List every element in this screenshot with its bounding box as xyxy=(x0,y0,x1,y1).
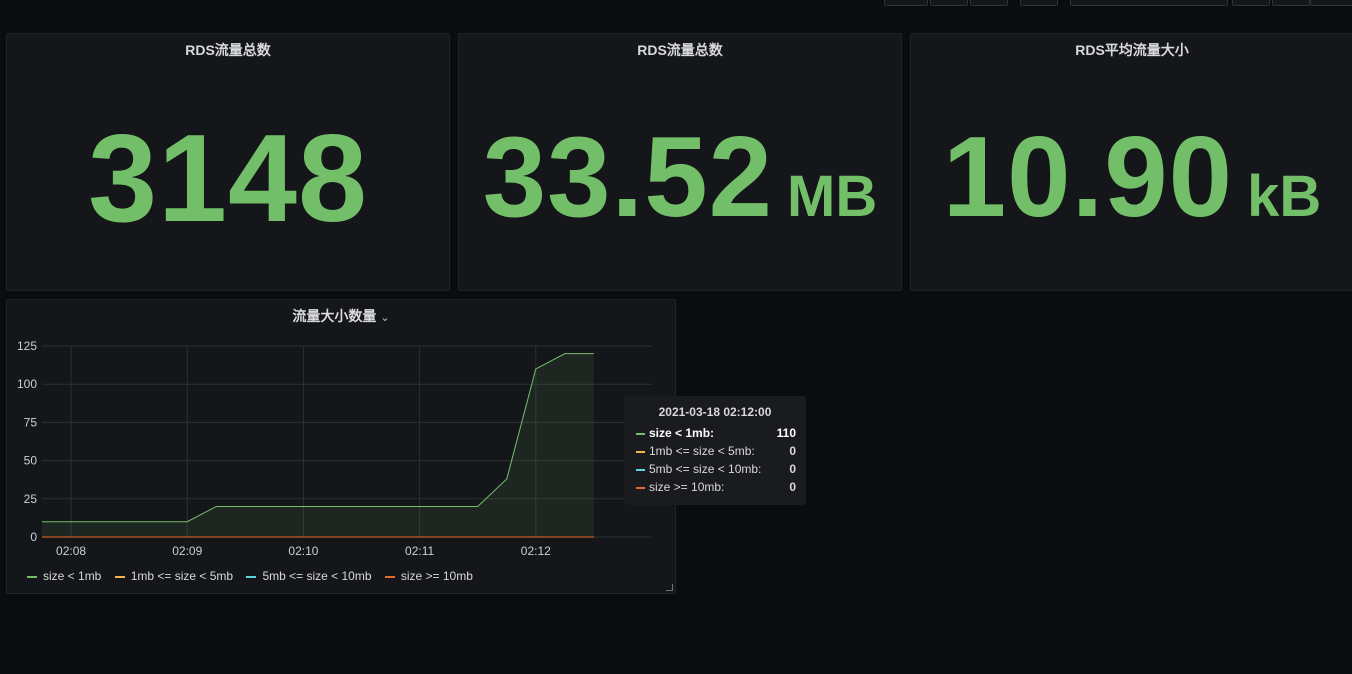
tooltip-swatch xyxy=(636,469,645,471)
tooltip-row: 5mb <= size < 10mb: 0 xyxy=(636,462,796,478)
toolbar-button-1[interactable] xyxy=(884,0,928,6)
toolbar-button-3[interactable] xyxy=(970,0,1008,6)
tooltip-value: 110 xyxy=(776,426,796,440)
stat-value: 3148 xyxy=(7,108,449,250)
legend-item[interactable]: size >= 10mb xyxy=(384,569,473,583)
tooltip-row: size >= 10mb: 0 xyxy=(636,480,796,496)
resize-handle-icon[interactable] xyxy=(666,584,673,591)
tooltip-swatch xyxy=(636,487,645,489)
tooltip-time: 2021-03-18 02:12:00 xyxy=(658,405,772,419)
y-tick-label: 0 xyxy=(30,530,37,544)
stat-unit: MB xyxy=(787,164,878,229)
legend-swatch xyxy=(246,575,257,578)
stat-panel-total-count: RDS流量总数 3148 xyxy=(6,33,450,291)
toolbar-button-4[interactable] xyxy=(1020,0,1058,6)
stat-number: 10.90 xyxy=(942,114,1234,241)
legend-label: size >= 10mb xyxy=(400,569,473,583)
legend-label: size < 1mb xyxy=(43,569,102,583)
x-tick-label: 02:10 xyxy=(288,544,318,558)
y-tick-label: 100 xyxy=(17,377,37,391)
tooltip-label: size < 1mb: xyxy=(649,426,715,440)
legend-item[interactable]: 1mb <= size < 5mb xyxy=(114,569,234,583)
y-tick-label: 25 xyxy=(24,492,38,506)
tooltip-label: 1mb <= size < 5mb: xyxy=(649,444,755,458)
x-tick-label: 02:08 xyxy=(56,544,86,558)
tooltip-value: 0 xyxy=(789,480,796,494)
legend-label: 1mb <= size < 5mb xyxy=(130,569,234,583)
time-picker[interactable] xyxy=(1070,0,1228,6)
y-tick-label: 75 xyxy=(24,415,38,429)
graph-panel-size-distribution: 流量大小数量 ⌄ 0 25 50 75 100 125 02:08 02:09 02:10 02:1… xyxy=(6,299,676,594)
stat-number: 3148 xyxy=(88,110,368,248)
tooltip-row: size < 1mb: 110 xyxy=(636,426,796,442)
toolbar-button-5[interactable] xyxy=(1232,0,1270,6)
y-tick-label: 125 xyxy=(17,339,37,353)
legend-item[interactable]: 5mb <= size < 10mb xyxy=(246,569,372,583)
series-area xyxy=(42,353,594,537)
stat-value: 10.90 kB xyxy=(911,112,1352,243)
stat-panel-total-size: RDS流量总数 33.52 MB xyxy=(458,33,902,291)
legend-label: 5mb <= size < 10mb xyxy=(262,569,372,583)
stat-unit: kB xyxy=(1247,164,1322,229)
tooltip-label: size >= 10mb: xyxy=(649,480,725,494)
legend-swatch xyxy=(114,575,125,578)
toolbar-button-6[interactable] xyxy=(1272,0,1310,6)
graph-tooltip: 2021-03-18 02:12:00 size < 1mb: 110 1mb … xyxy=(624,396,806,505)
panel-title[interactable]: RDS平均流量大小 xyxy=(911,40,1352,60)
toolbar-button-7[interactable] xyxy=(1310,0,1352,6)
toolbar-button-2[interactable] xyxy=(930,0,968,6)
y-tick-label: 50 xyxy=(24,454,38,468)
tooltip-row: 1mb <= size < 5mb: 0 xyxy=(636,444,796,460)
x-tick-label: 02:11 xyxy=(405,544,434,558)
panel-title[interactable]: RDS流量总数 xyxy=(459,40,901,60)
legend: size < 1mb 1mb <= size < 5mb 5mb <= size… xyxy=(27,569,483,583)
x-tick-label: 02:09 xyxy=(172,544,202,558)
tooltip-label: 5mb <= size < 10mb: xyxy=(649,462,762,476)
stat-value: 33.52 MB xyxy=(459,112,901,243)
stat-panel-average-size: RDS平均流量大小 10.90 kB xyxy=(910,33,1352,291)
legend-swatch xyxy=(384,575,395,578)
tooltip-value: 0 xyxy=(789,462,796,476)
tooltip-value: 0 xyxy=(789,444,796,458)
tooltip-swatch xyxy=(636,451,645,453)
line-chart[interactable]: 0 25 50 75 100 125 02:08 02:09 02:10 02:11 02:12 xyxy=(7,300,677,560)
x-tick-label: 02:12 xyxy=(521,544,551,558)
tooltip-swatch xyxy=(636,433,645,435)
panel-title[interactable]: RDS流量总数 xyxy=(7,40,449,60)
legend-item[interactable]: size < 1mb xyxy=(27,569,101,583)
stat-number: 33.52 xyxy=(482,114,774,241)
legend-swatch xyxy=(27,575,37,578)
